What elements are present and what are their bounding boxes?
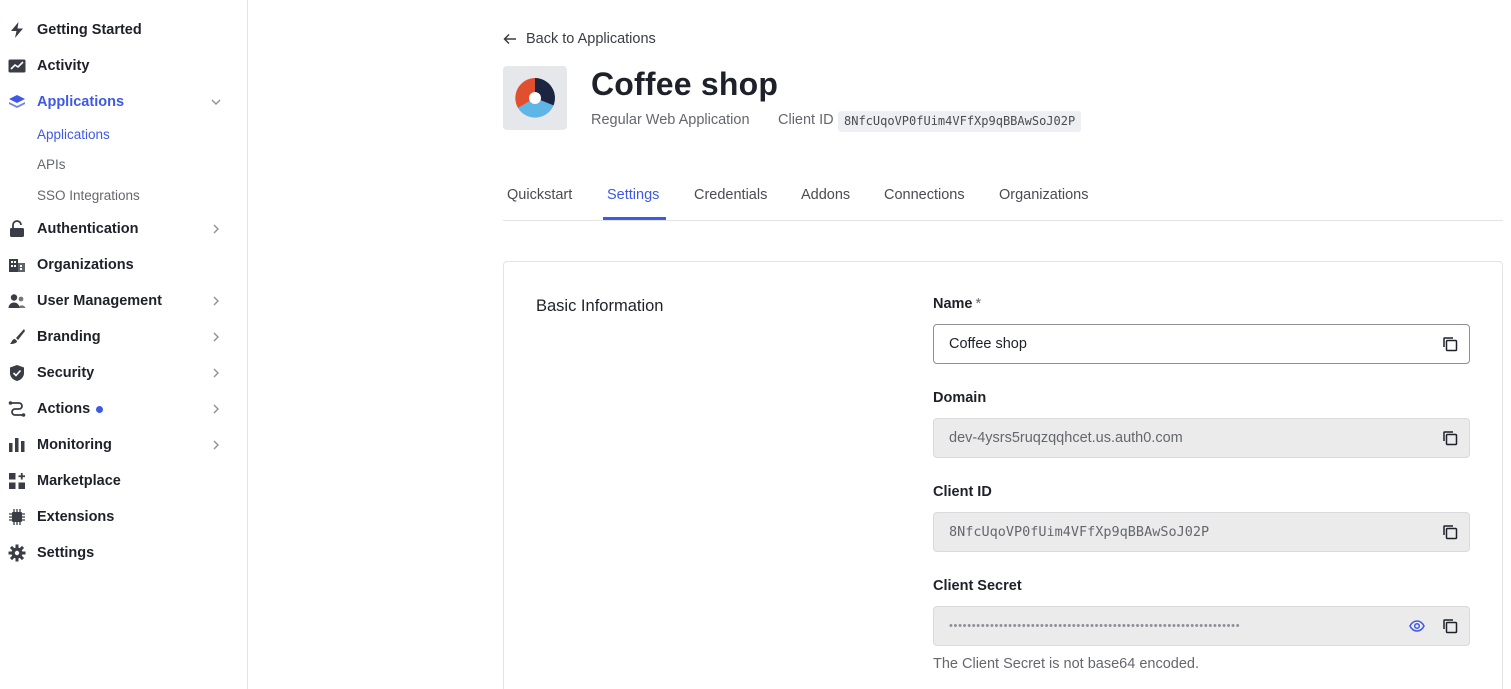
sidebar-item-label: Organizations — [37, 257, 134, 273]
arrow-left-icon — [503, 33, 516, 45]
sidebar-subitem-applications[interactable]: Applications — [37, 127, 110, 142]
sidebar-item-label: Actions — [37, 401, 91, 417]
client-id-value: 8NfcUqoVP0fUim4VFfXp9qBBAwSoJ02P — [949, 524, 1210, 540]
sidebar-item-label: Settings — [37, 545, 95, 561]
client-id-label: Client ID — [778, 112, 834, 128]
sidebar-item-activity[interactable]: Activity — [0, 48, 247, 84]
copy-icon[interactable] — [1442, 336, 1458, 352]
sidebar-item-actions[interactable]: Actions — [0, 391, 247, 427]
tabs: Quickstart Settings Credentials Addons C… — [503, 180, 1503, 221]
client-secret-field[interactable]: ••••••••••••••••••••••••••••••••••••••••… — [933, 606, 1470, 646]
copy-icon[interactable] — [1442, 618, 1458, 634]
sidebar-item-user-management[interactable]: User Management — [0, 283, 247, 319]
sidebar-item-label: Authentication — [37, 221, 139, 237]
sidebar-subitem-sso-integrations[interactable]: SSO Integrations — [37, 188, 140, 203]
sidebar-item-label: Security — [37, 365, 95, 381]
notification-dot — [96, 406, 103, 413]
copy-icon[interactable] — [1442, 430, 1458, 446]
domain-label: Domain — [933, 390, 987, 406]
name-field[interactable]: Coffee shop — [933, 324, 1470, 364]
chevron-right-icon[interactable] — [210, 223, 222, 235]
sidebar-item-extensions[interactable]: Extensions — [0, 499, 247, 535]
sidebar-item-organizations[interactable]: Organizations — [0, 247, 247, 283]
sidebar-item-settings[interactable]: Settings — [0, 535, 247, 571]
lock-icon — [8, 220, 26, 238]
lightning-icon — [8, 21, 26, 39]
shield-icon — [8, 364, 26, 382]
client-id-field[interactable]: 8NfcUqoVP0fUim4VFfXp9qBBAwSoJ02P — [933, 512, 1470, 552]
chevron-right-icon[interactable] — [210, 403, 222, 415]
grid-plus-icon — [8, 472, 26, 490]
chevron-right-icon[interactable] — [210, 367, 222, 379]
name-label: Name * — [933, 296, 982, 312]
flow-icon — [8, 400, 26, 418]
sidebar: Getting Started Activity Applications Ap… — [0, 0, 248, 689]
sidebar-item-authentication[interactable]: Authentication — [0, 211, 247, 247]
sidebar-item-label: User Management — [37, 293, 162, 309]
brush-icon — [8, 328, 26, 346]
back-label: Back to Applications — [526, 31, 656, 47]
chip-icon — [8, 508, 26, 526]
sidebar-item-label: Getting Started — [37, 22, 142, 38]
users-icon — [8, 292, 26, 310]
domain-field[interactable]: dev-4ysrs5ruqzqqhcet.us.auth0.com — [933, 418, 1470, 458]
sidebar-item-security[interactable]: Security — [0, 355, 247, 391]
building-icon — [8, 256, 26, 274]
client-id-field-label: Client ID — [933, 484, 992, 500]
chevron-down-icon[interactable] — [210, 96, 222, 108]
sidebar-item-label: Applications — [37, 94, 125, 110]
chevron-right-icon[interactable] — [210, 439, 222, 451]
domain-value: dev-4ysrs5ruqzqqhcet.us.auth0.com — [949, 430, 1183, 446]
client-id-badge[interactable]: 8NfcUqoVP0fUim4VFfXp9qBBAwSoJ02P — [838, 111, 1082, 132]
active-tab-indicator — [603, 217, 666, 220]
sidebar-item-label: Extensions — [37, 509, 115, 525]
back-to-applications-link[interactable]: Back to Applications — [503, 29, 656, 49]
sidebar-item-label: Branding — [37, 329, 101, 345]
tab-quickstart[interactable]: Quickstart — [507, 187, 572, 203]
layers-icon — [8, 93, 26, 111]
eye-icon[interactable] — [1409, 618, 1425, 634]
app-type: Regular Web Application — [591, 112, 750, 128]
tab-organizations[interactable]: Organizations — [999, 187, 1088, 203]
copy-icon[interactable] — [1442, 524, 1458, 540]
client-secret-masked: ••••••••••••••••••••••••••••••••••••••••… — [949, 620, 1241, 632]
client-secret-hint: The Client Secret is not base64 encoded. — [933, 656, 1199, 672]
required-mark: * — [975, 296, 982, 312]
tab-credentials[interactable]: Credentials — [694, 187, 767, 203]
page-title: Coffee shop — [591, 66, 779, 102]
chevron-right-icon[interactable] — [210, 295, 222, 307]
gear-icon — [8, 544, 26, 562]
sidebar-item-label: Marketplace — [37, 473, 121, 489]
section-title: Basic Information — [536, 297, 664, 315]
tab-connections[interactable]: Connections — [884, 187, 965, 203]
name-value: Coffee shop — [949, 336, 1027, 352]
chevron-right-icon[interactable] — [210, 331, 222, 343]
sidebar-item-getting-started[interactable]: Getting Started — [0, 12, 247, 48]
sidebar-item-monitoring[interactable]: Monitoring — [0, 427, 247, 463]
bar-chart-icon — [8, 436, 26, 454]
sidebar-item-branding[interactable]: Branding — [0, 319, 247, 355]
sidebar-item-label: Monitoring — [37, 437, 112, 453]
sidebar-item-applications[interactable]: Applications — [0, 84, 247, 120]
sidebar-subitem-apis[interactable]: APIs — [37, 157, 66, 172]
sidebar-item-marketplace[interactable]: Marketplace — [0, 463, 247, 499]
sidebar-item-label: Activity — [37, 58, 90, 74]
tab-addons[interactable]: Addons — [801, 187, 850, 203]
client-secret-label: Client Secret — [933, 578, 1022, 594]
activity-chart-icon — [8, 57, 26, 75]
app-logo — [503, 66, 567, 130]
tab-settings[interactable]: Settings — [607, 187, 659, 203]
